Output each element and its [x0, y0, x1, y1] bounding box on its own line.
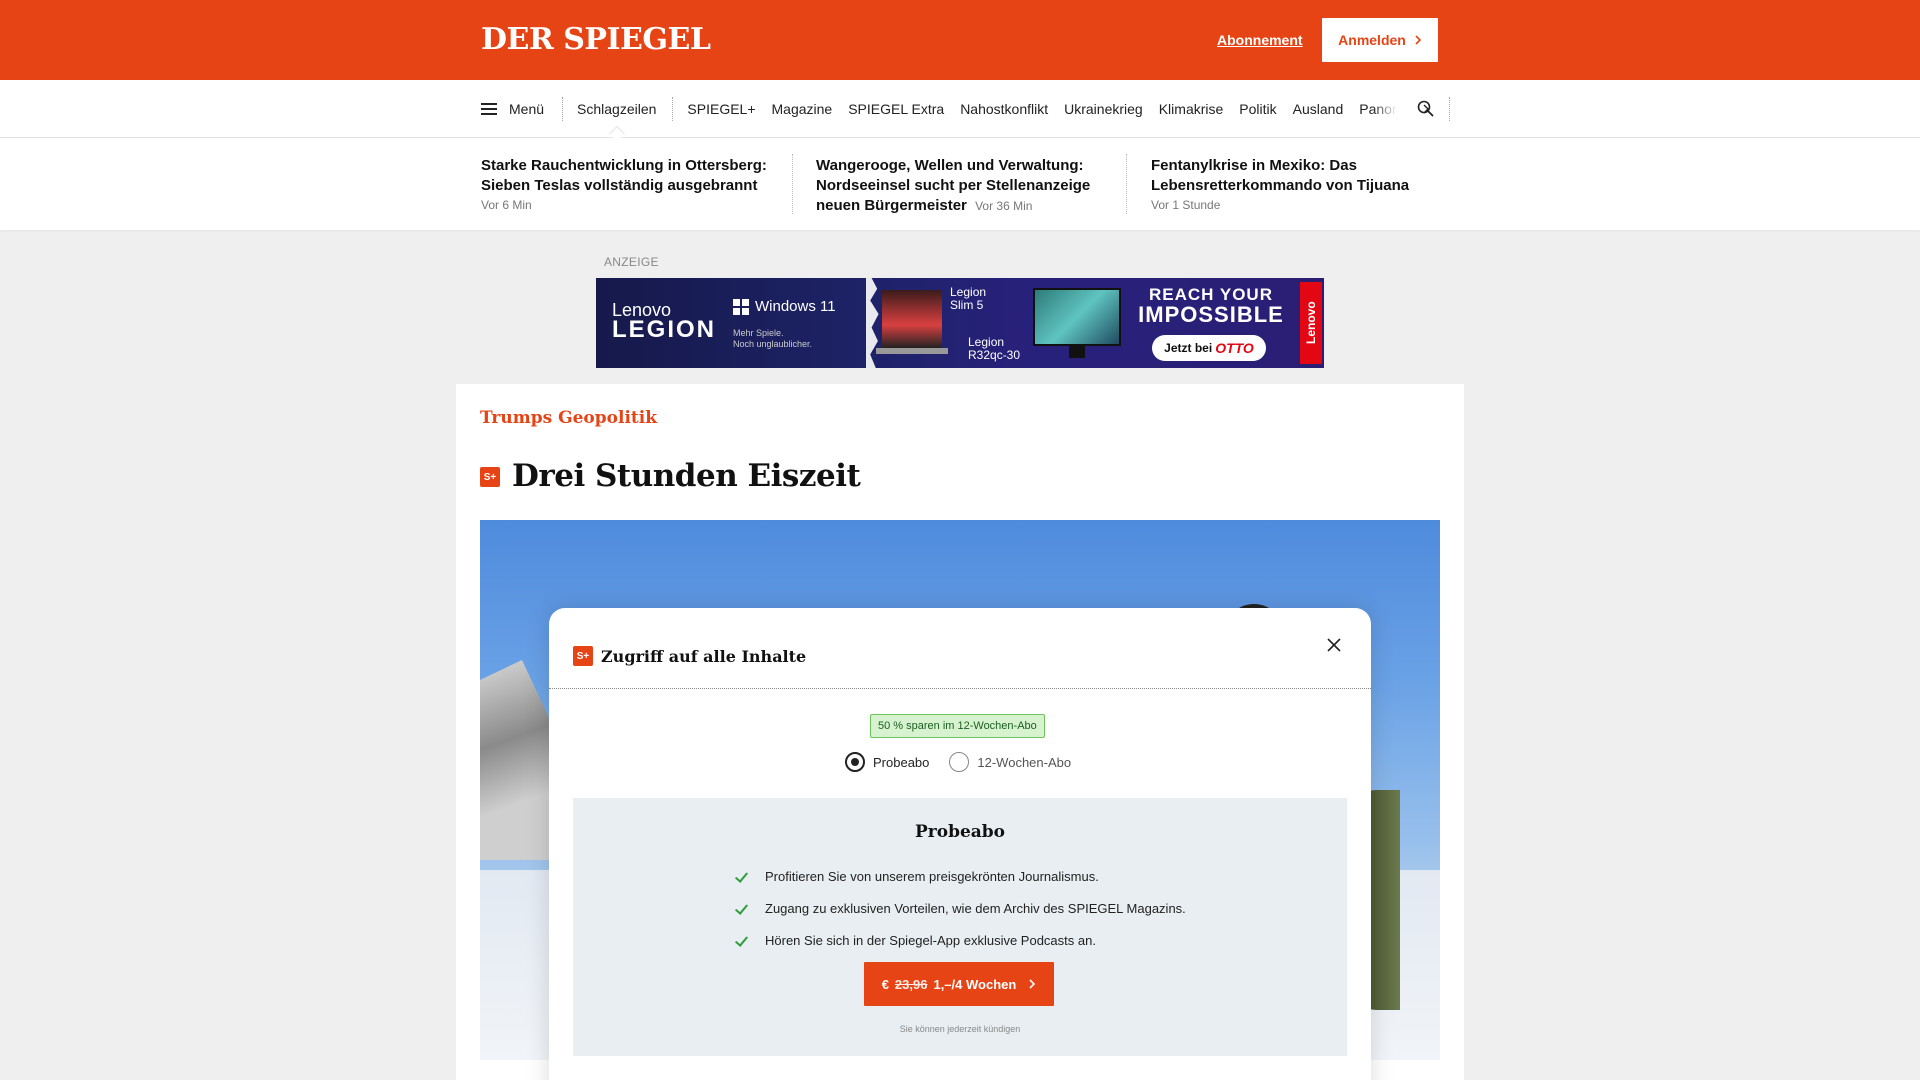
close-icon[interactable] — [1324, 635, 1344, 655]
spiegel-plus-icon: S+ — [573, 646, 593, 666]
ad-laptop-image — [882, 290, 942, 348]
modal-header: S+ Zugriff auf alle Inhalte — [573, 646, 806, 666]
article-headline[interactable]: Drei Stunden Eiszeit — [512, 458, 861, 494]
savings-badge: 50 % sparen im 12-Wochen-Abo — [870, 714, 1045, 738]
checkmark-icon — [737, 903, 751, 913]
nav-item-panorama[interactable]: Panor — [1359, 101, 1397, 117]
subscribe-button[interactable]: € 23,96 1,–/4 Wochen — [864, 962, 1054, 1006]
nav-item-spiegel-extra[interactable]: SPIEGEL Extra — [848, 101, 944, 117]
ad-product-2: Legion R32qc-30 — [968, 336, 1020, 362]
benefit-text: Hören Sie sich in der Spiegel-App exklus… — [765, 932, 1096, 948]
ad-os-subline-1: Mehr Spiele. — [733, 328, 784, 338]
login-button[interactable]: Anmelden — [1322, 18, 1438, 62]
nav-item-spiegel-plus[interactable]: SPIEGEL+ — [687, 101, 755, 117]
cta-new-price: 1,–/4 Wochen — [933, 976, 1017, 992]
benefit-item: Zugang zu exklusiven Vorteilen, wie dem … — [737, 892, 1186, 924]
radio-label: 12-Wochen-Abo — [977, 754, 1072, 770]
radio-unselected-icon[interactable] — [949, 752, 970, 772]
top-header: DER SPIEGEL Abonnement Anmelden — [0, 0, 1920, 80]
nav-item-ausland[interactable]: Ausland — [1293, 101, 1344, 117]
radio-probeabo[interactable]: Probeabo — [845, 752, 929, 772]
article-kicker[interactable]: Trumps Geopolitik — [480, 408, 657, 428]
ad-slogan-line-2: IMPOSSIBLE — [1138, 302, 1284, 327]
nav-divider — [672, 97, 674, 121]
nav-item-politik[interactable]: Politik — [1239, 101, 1276, 117]
ad-os-label: Windows 11 — [755, 298, 836, 315]
nav-item-klimakrise[interactable]: Klimakrise — [1159, 101, 1224, 117]
nav-item-magazine[interactable]: Magazine — [772, 101, 833, 117]
ad-laptop-base — [876, 348, 948, 354]
ad-brand: Lenovo LEGION — [612, 300, 717, 343]
benefit-list: Profitieren Sie von unserem preisgekrönt… — [737, 860, 1186, 956]
checkmark-icon — [737, 871, 751, 881]
subscription-link[interactable]: Abonnement — [1217, 32, 1303, 48]
teaser-item[interactable]: Starke Rauchentwicklung in Ottersberg: S… — [481, 156, 781, 214]
benefit-item: Profitieren Sie von unserem preisgekrönt… — [737, 860, 1186, 892]
teaser-title: Starke Rauchentwicklung in Ottersberg: S… — [481, 157, 767, 194]
modal-divider — [549, 688, 1371, 689]
teaser-item[interactable]: Wangerooge, Wellen und Verwaltung: Nords… — [816, 156, 1116, 216]
paywall-modal: S+ Zugriff auf alle Inhalte 50 % sparen … — [549, 608, 1371, 1080]
teaser-time: Vor 6 Min — [481, 198, 532, 212]
teaser-item[interactable]: Fentanylkrise in Mexiko: Das Lebensrette… — [1151, 156, 1451, 214]
plan-selector: Probeabo 12-Wochen-Abo — [845, 752, 1091, 772]
nav-divider — [562, 97, 564, 121]
teaser-divider — [1126, 154, 1127, 214]
hamburger-icon — [481, 103, 497, 115]
search-icon[interactable] — [1416, 99, 1436, 119]
spiegel-logo[interactable]: DER SPIEGEL — [481, 22, 711, 57]
cta-currency: € — [881, 976, 889, 992]
ad-os-subline: Mehr Spiele. Noch unglaublicher. — [733, 328, 812, 350]
ad-windows: Windows 11 — [733, 298, 836, 315]
radio-12-wochen-abo[interactable]: 12-Wochen-Abo — [949, 752, 1071, 772]
windows-logo-icon — [733, 298, 749, 315]
benefit-item: Hören Sie sich in der Spiegel-App exklus… — [737, 924, 1186, 956]
ad-brand-main: LEGION — [612, 316, 717, 343]
chevron-right-icon — [1415, 35, 1421, 45]
ad-monitor-image — [1033, 288, 1121, 346]
modal-title: Zugriff auf alle Inhalte — [601, 646, 807, 666]
chevron-right-icon — [1029, 979, 1036, 989]
ad-product-1-line-2: Slim 5 — [950, 298, 984, 312]
teaser-title: Wangerooge, Wellen und Verwaltung: Nords… — [816, 157, 1091, 214]
ad-label: ANZEIGE — [604, 255, 659, 269]
checkmark-icon — [737, 935, 751, 945]
ad-os-subline-2: Noch unglaublicher. — [733, 339, 813, 349]
plan-title: Probeabo — [914, 822, 1006, 842]
radio-label: Probeabo — [873, 754, 930, 770]
nav-item-ukrainekrieg[interactable]: Ukrainekrieg — [1064, 101, 1143, 117]
plan-details: Probeabo Profitieren Sie von unserem pre… — [573, 798, 1347, 1056]
ad-slogan: REACH YOUR IMPOSSIBLE — [1131, 285, 1291, 327]
top-teasers: Starke Rauchentwicklung in Ottersberg: S… — [0, 138, 1920, 230]
cancel-note: Sie können jederzeit kündigen — [899, 1024, 1021, 1034]
radio-selected-icon[interactable] — [845, 752, 865, 772]
ad-banner[interactable]: Lenovo LEGION Windows 11 Mehr Spiele. No… — [596, 278, 1324, 368]
main-navigation: Menü Schlagzeilen SPIEGEL+ Magazine SPIE… — [0, 80, 1920, 138]
benefit-text: Profitieren Sie von unserem preisgekrönt… — [765, 868, 1099, 884]
menu-label: Menü — [509, 101, 545, 117]
nav-item-nahostkonflikt[interactable]: Nahostkonflikt — [960, 101, 1048, 117]
spiegel-plus-icon: S+ — [480, 467, 500, 487]
cta-old-price: 23,96 — [894, 976, 928, 992]
ad-product-1: Legion Slim 5 — [950, 286, 986, 312]
login-button-label: Anmelden — [1338, 32, 1406, 48]
benefit-text: Zugang zu exklusiven Vorteilen, wie dem … — [765, 900, 1186, 916]
teaser-title: Fentanylkrise in Mexiko: Das Lebensrette… — [1151, 157, 1410, 194]
ad-cta-shop: OTTO — [1215, 340, 1254, 356]
ad-cta-prefix: Jetzt bei — [1164, 341, 1213, 355]
ad-tear-graphic — [866, 278, 879, 368]
hero-mountain — [480, 660, 550, 860]
nav-item-schlagzeilen[interactable]: Schlagzeilen — [577, 101, 656, 117]
ad-side-brand: Lenovo — [1300, 282, 1322, 364]
teaser-time: Vor 36 Min — [975, 199, 1033, 213]
ad-monitor-stand — [1069, 346, 1085, 358]
nav-divider — [1448, 97, 1450, 121]
ad-cta-button[interactable]: Jetzt bei OTTO — [1152, 335, 1266, 361]
ad-product-2-line-2: R32qc-30 — [968, 348, 1021, 362]
menu-button[interactable]: Menü — [481, 101, 562, 117]
teaser-divider — [792, 154, 793, 214]
teaser-time: Vor 1 Stunde — [1151, 198, 1221, 212]
